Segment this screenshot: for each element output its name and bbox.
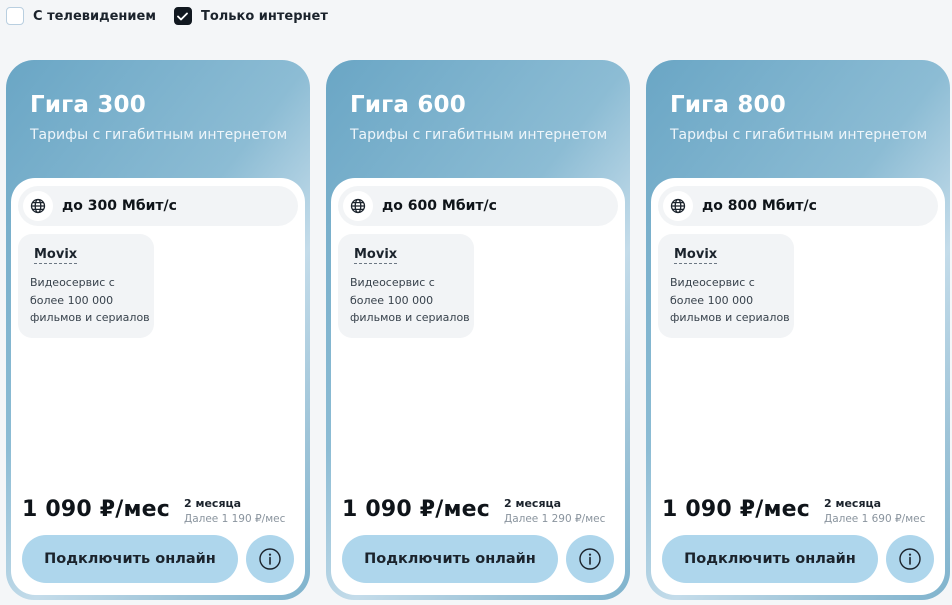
tariff-card-giga-800: Гига 800 Тарифы с гигабитным интернетом … xyxy=(646,60,950,600)
info-icon xyxy=(899,548,921,570)
connect-online-button[interactable]: Подключить онлайн xyxy=(22,535,238,583)
speed-badge: до 300 Мбит/с xyxy=(18,186,298,226)
check-icon xyxy=(177,12,189,20)
price: 1 090 ₽/мес xyxy=(342,497,491,522)
tariff-details: до 300 Мбит/с Movix Видеосервис с более … xyxy=(11,178,305,595)
tariff-details: до 600 Мбит/с Movix Видеосервис с более … xyxy=(331,178,625,595)
globe-icon xyxy=(663,191,693,221)
info-icon xyxy=(579,548,601,570)
promo-period: 2 месяца xyxy=(824,497,882,510)
connect-online-button[interactable]: Подключить онлайн xyxy=(662,535,878,583)
promo-info: 2 месяца Далее 1 290 ₽/мес xyxy=(504,497,605,525)
tariff-subtitle: Тарифы с гигабитным интернетом xyxy=(670,127,928,143)
tariff-card-giga-600: Гига 600 Тарифы с гигабитным интернетом … xyxy=(326,60,630,600)
info-icon xyxy=(259,548,281,570)
filter-tv-label: С телевидением xyxy=(33,8,156,24)
service-description: Видеосервис с более 100 000 фильмов и се… xyxy=(30,276,150,324)
price-after-promo: Далее 1 290 ₽/мес xyxy=(504,513,606,525)
service-description: Видеосервис с более 100 000 фильмов и се… xyxy=(670,276,790,324)
tariff-title: Гига 800 xyxy=(670,92,786,118)
service-name[interactable]: Movix xyxy=(674,247,718,264)
speed-value: до 300 Мбит/с xyxy=(62,198,177,214)
globe-icon xyxy=(23,191,53,221)
tariff-subtitle: Тарифы с гигабитным интернетом xyxy=(350,127,608,143)
speed-badge: до 600 Мбит/с xyxy=(338,186,618,226)
tariff-subtitle: Тарифы с гигабитным интернетом xyxy=(30,127,288,143)
service-name[interactable]: Movix xyxy=(34,247,78,264)
promo-period: 2 месяца xyxy=(184,497,242,510)
tariff-title: Гига 300 xyxy=(30,92,146,118)
price-after-promo: Далее 1 190 ₽/мес xyxy=(184,513,286,525)
service-movix[interactable]: Movix Видеосервис с более 100 000 фильмо… xyxy=(338,234,474,338)
speed-value: до 800 Мбит/с xyxy=(702,198,817,214)
globe-icon xyxy=(343,191,373,221)
tariff-title: Гига 600 xyxy=(350,92,466,118)
filter-internet-only[interactable]: Только интернет xyxy=(173,7,328,25)
checkbox-tv[interactable] xyxy=(6,7,24,25)
speed-value: до 600 Мбит/с xyxy=(382,198,497,214)
tariff-card-giga-300: Гига 300 Тарифы с гигабитным интернетом … xyxy=(6,60,310,600)
service-movix[interactable]: Movix Видеосервис с более 100 000 фильмо… xyxy=(658,234,794,338)
speed-badge: до 800 Мбит/с xyxy=(658,186,938,226)
info-button[interactable] xyxy=(566,535,614,583)
price: 1 090 ₽/мес xyxy=(662,497,811,522)
service-description: Видеосервис с более 100 000 фильмов и се… xyxy=(350,276,470,324)
price: 1 090 ₽/мес xyxy=(22,497,171,522)
promo-info: 2 месяца Далее 1 190 ₽/мес xyxy=(184,497,285,525)
filter-tv[interactable]: С телевидением xyxy=(6,7,156,25)
service-movix[interactable]: Movix Видеосервис с более 100 000 фильмо… xyxy=(18,234,154,338)
tariff-details: до 800 Мбит/с Movix Видеосервис с более … xyxy=(651,178,945,595)
promo-period: 2 месяца xyxy=(504,497,562,510)
filter-internet-only-label: Только интернет xyxy=(200,8,328,24)
service-name[interactable]: Movix xyxy=(354,247,398,264)
info-button[interactable] xyxy=(886,535,934,583)
connect-online-button[interactable]: Подключить онлайн xyxy=(342,535,558,583)
checkbox-internet-only[interactable] xyxy=(173,7,192,25)
price-after-promo: Далее 1 690 ₽/мес xyxy=(824,513,926,525)
filter-bar: С телевидением Только интернет xyxy=(6,7,346,25)
promo-info: 2 месяца Далее 1 690 ₽/мес xyxy=(824,497,925,525)
info-button[interactable] xyxy=(246,535,294,583)
